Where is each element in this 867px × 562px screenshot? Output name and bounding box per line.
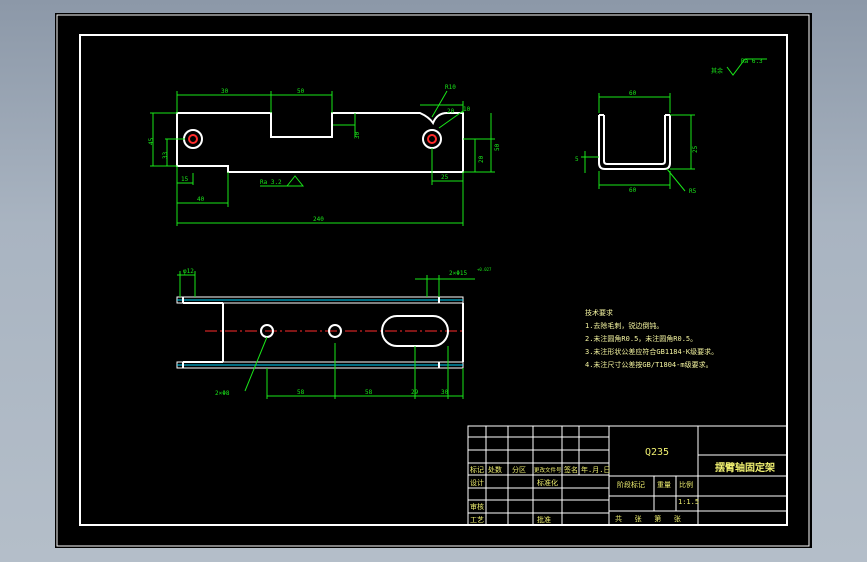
dim-r10b: 10 bbox=[463, 106, 471, 113]
dim-50: 50 bbox=[297, 88, 305, 95]
roughness-label: 其余 bbox=[711, 67, 723, 75]
outer-frame bbox=[56, 14, 810, 547]
dim-30: 30 bbox=[221, 88, 229, 95]
cad-drawing: 30 50 20 R10 10 30 45 33 15 40 240 25 20… bbox=[56, 14, 810, 547]
tb-part-name: 摆臂轴固定架 bbox=[715, 461, 775, 474]
top-dim-holes: 2×Φ15 bbox=[449, 270, 467, 277]
tb-approve: 批准 bbox=[537, 515, 551, 524]
top-view: φ12 2×Φ15 +0.027 2×Φ8 58 58 29 30 bbox=[176, 267, 492, 399]
top-dim-phi12: φ12 bbox=[183, 268, 194, 275]
top-dim-29: 29 bbox=[411, 389, 419, 396]
side-inner bbox=[603, 115, 666, 165]
roughness-callout: Ra 3.2 bbox=[260, 179, 282, 186]
drawing-canvas[interactable]: 30 50 20 R10 10 30 45 33 15 40 240 25 20… bbox=[55, 13, 812, 548]
side-dim-r5: R5 bbox=[689, 188, 697, 195]
dim-30v: 30 bbox=[354, 131, 361, 139]
dim-45: 45 bbox=[148, 137, 155, 145]
dim-r10: R10 bbox=[445, 84, 456, 91]
front-hole-left bbox=[183, 129, 203, 149]
dim-20: 20 bbox=[447, 108, 455, 115]
top-dim-58: 58 bbox=[297, 389, 305, 396]
tb-process: 工艺 bbox=[470, 516, 484, 524]
tb-sheets: 共 张 第 张 bbox=[615, 514, 681, 523]
tb-header-0: 标记 bbox=[470, 465, 484, 474]
dim-20r: 20 bbox=[478, 155, 485, 163]
tb-stage: 阶段标记 bbox=[617, 480, 645, 489]
front-hole-left-inner bbox=[188, 134, 198, 144]
tb-scale-label: 比例 bbox=[679, 480, 693, 489]
note-4: 4.未注尺寸公差按GB/T1804-m级要求。 bbox=[585, 360, 713, 369]
side-view: 60 60 25 R5 5 其余 Ra 6.3 bbox=[575, 58, 767, 195]
tb-header-1: 处数 bbox=[488, 465, 502, 474]
tb-weight: 重量 bbox=[657, 481, 671, 489]
dim-50v: 50 bbox=[494, 143, 501, 151]
tb-material: Q235 bbox=[645, 447, 669, 458]
front-hole-right-inner bbox=[427, 134, 437, 144]
roughness-value: Ra 6.3 bbox=[741, 58, 763, 65]
front-view: 30 50 20 R10 10 30 45 33 15 40 240 25 20… bbox=[148, 84, 501, 226]
side-dim-60-bottom: 60 bbox=[629, 187, 637, 194]
dim-15: 15 bbox=[181, 176, 189, 183]
title-block: 标记 处数 分区 更改文件号 签名 年.月.日 设计 标准化 审核 工艺 批准 … bbox=[467, 425, 788, 526]
top-dim-30: 30 bbox=[441, 389, 449, 396]
side-dim-5: 5 bbox=[575, 156, 579, 163]
tb-review: 审核 bbox=[470, 502, 484, 511]
side-dim-60-top: 60 bbox=[629, 90, 637, 97]
top-dim-tol: +0.027 bbox=[477, 267, 492, 272]
tb-header-2: 分区 bbox=[512, 465, 526, 474]
notes-title: 技术要求 bbox=[585, 308, 613, 317]
dim-240: 240 bbox=[313, 216, 324, 223]
note-2: 2.未注圆角R0.5，未注圆角R0.5。 bbox=[585, 334, 697, 343]
tb-header-4: 签名 bbox=[564, 465, 578, 474]
top-dim-holes-b: 2×Φ8 bbox=[215, 390, 230, 397]
tb-header-5: 年.月.日 bbox=[581, 465, 610, 474]
side-dim-25: 25 bbox=[692, 145, 699, 153]
note-3: 3.未注形状公差应符合GB1184-K级要求。 bbox=[585, 347, 718, 356]
inner-frame bbox=[79, 34, 788, 526]
top-dim-58b: 58 bbox=[365, 389, 373, 396]
technical-notes: 技术要求 1.去除毛刺，锐边倒钝。 2.未注圆角R0.5，未注圆角R0.5。 3… bbox=[585, 308, 718, 369]
front-hole-right bbox=[422, 129, 442, 149]
tb-scale: 1:1.5 bbox=[678, 498, 699, 506]
note-1: 1.去除毛刺，锐边倒钝。 bbox=[585, 321, 663, 330]
tb-design: 设计 bbox=[470, 478, 484, 487]
dim-40: 40 bbox=[197, 196, 205, 203]
side-outer bbox=[598, 115, 671, 170]
tb-standard: 标准化 bbox=[537, 478, 558, 487]
dim-25: 25 bbox=[441, 174, 449, 181]
front-outline bbox=[176, 112, 464, 173]
dim-33: 33 bbox=[162, 151, 169, 159]
tb-header-3: 更改文件号 bbox=[534, 466, 562, 474]
